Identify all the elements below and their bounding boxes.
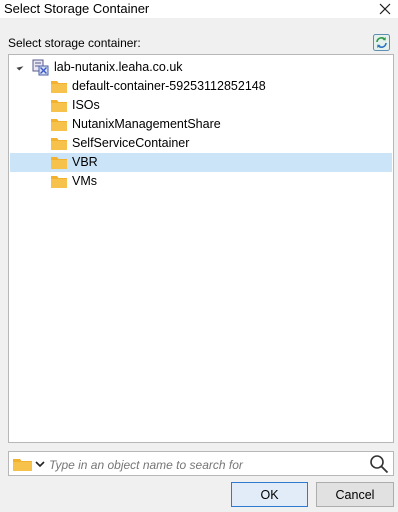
tree-item[interactable]: ISOs xyxy=(10,96,392,115)
folder-icon xyxy=(51,176,67,188)
folder-icon xyxy=(51,81,67,93)
expand-collapse-icon[interactable] xyxy=(16,63,24,71)
tree-root-node[interactable]: lab-nutanix.leaha.co.uk xyxy=(10,58,392,77)
cluster-server-icon xyxy=(32,59,49,76)
tree-item-label: ISOs xyxy=(72,98,100,112)
search-button[interactable] xyxy=(369,454,389,474)
tree-item[interactable]: VMs xyxy=(10,172,392,191)
refresh-icon xyxy=(373,34,390,51)
container-tree[interactable]: lab-nutanix.leaha.co.uk default-containe… xyxy=(8,54,394,443)
refresh-button[interactable] xyxy=(373,34,390,51)
ok-button[interactable]: OK xyxy=(231,482,308,507)
cancel-button[interactable]: Cancel xyxy=(316,482,394,507)
close-button[interactable] xyxy=(374,0,396,18)
close-icon xyxy=(379,3,391,15)
tree-item-label: VBR xyxy=(72,155,98,169)
tree-item-label: SelfServiceContainer xyxy=(72,136,190,150)
select-container-label: Select storage container: xyxy=(8,36,141,50)
tree-item-label: default-container-59253112852148 xyxy=(72,79,266,93)
folder-icon xyxy=(13,459,32,471)
tree-item-selected[interactable]: VBR xyxy=(10,153,392,172)
object-type-dropdown[interactable] xyxy=(12,456,46,472)
search-bar xyxy=(8,451,394,476)
folder-icon xyxy=(51,100,67,112)
tree-root-label: lab-nutanix.leaha.co.uk xyxy=(54,60,183,74)
folder-icon xyxy=(51,157,67,169)
search-input[interactable] xyxy=(47,454,361,475)
tree-item[interactable]: NutanixManagementShare xyxy=(10,115,392,134)
folder-icon xyxy=(51,119,67,131)
tree-item[interactable]: SelfServiceContainer xyxy=(10,134,392,153)
folder-icon xyxy=(51,138,67,150)
tree-item[interactable]: default-container-59253112852148 xyxy=(10,77,392,96)
dialog-title: Select Storage Container xyxy=(4,1,150,16)
tree-item-label: VMs xyxy=(72,174,97,188)
search-icon xyxy=(370,455,389,474)
tree-item-label: NutanixManagementShare xyxy=(72,117,221,131)
title-bar: Select Storage Container xyxy=(0,0,398,18)
chevron-down-icon xyxy=(35,461,45,468)
